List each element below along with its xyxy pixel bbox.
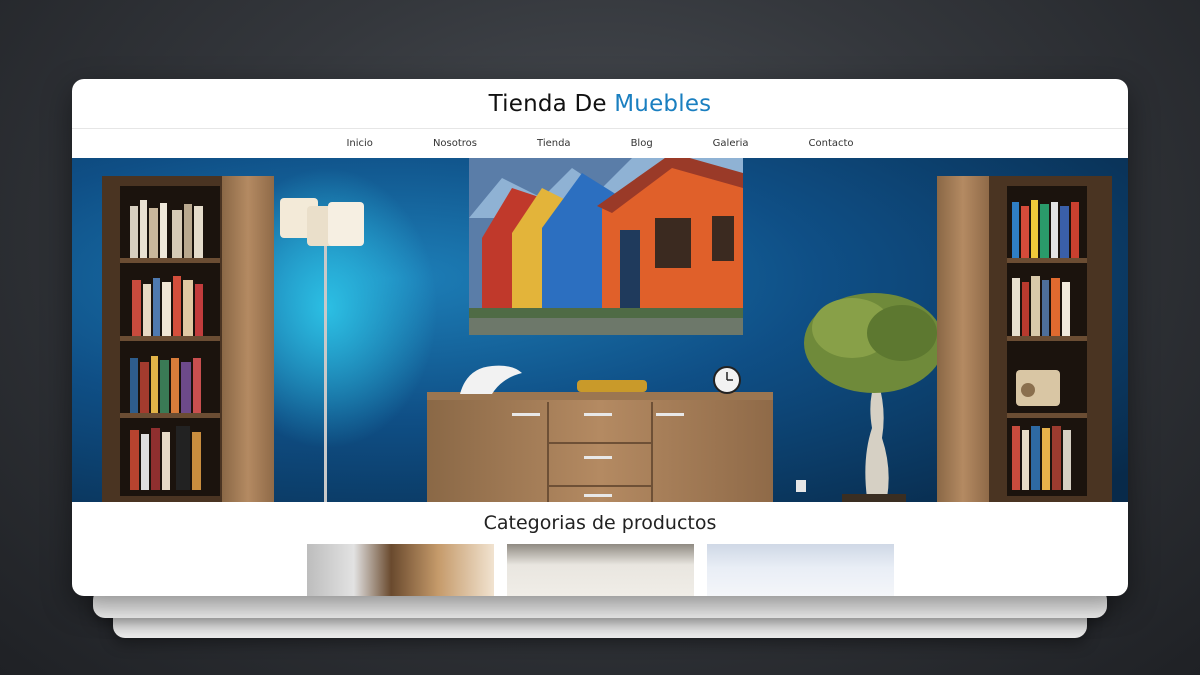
left-bookshelf: [102, 176, 274, 502]
section-title: Categorias de productos: [483, 512, 717, 534]
category-card-3[interactable]: [706, 544, 894, 596]
product-categories-section: Categorias de productos: [72, 502, 1128, 596]
nav-item-tienda[interactable]: Tienda: [507, 129, 601, 158]
nav-item-contacto[interactable]: Contacto: [779, 129, 884, 158]
brand-main-text: Tienda De: [488, 90, 607, 117]
sideboard-dresser: [427, 365, 773, 502]
wall-painting: [469, 158, 743, 335]
website-preview-window: Tienda De Muebles Inicio Nosotros Tienda…: [72, 79, 1128, 596]
living-room-illustration: [72, 158, 1128, 502]
main-navigation: Inicio Nosotros Tienda Blog Galeria Cont…: [72, 129, 1128, 158]
category-card-1[interactable]: [306, 544, 494, 596]
brand-accent-text: Muebles: [614, 90, 712, 117]
nav-item-nosotros[interactable]: Nosotros: [403, 129, 507, 158]
nav-item-inicio[interactable]: Inicio: [316, 129, 402, 158]
nav-item-blog[interactable]: Blog: [601, 129, 683, 158]
hero-banner-image: [72, 158, 1128, 502]
nav-item-galeria[interactable]: Galeria: [683, 129, 779, 158]
site-logo[interactable]: Tienda De Muebles: [489, 91, 712, 117]
category-card-2[interactable]: [506, 544, 694, 596]
category-grid: [72, 544, 1128, 596]
right-bookshelf: [937, 176, 1112, 502]
site-header: Tienda De Muebles: [72, 79, 1128, 129]
